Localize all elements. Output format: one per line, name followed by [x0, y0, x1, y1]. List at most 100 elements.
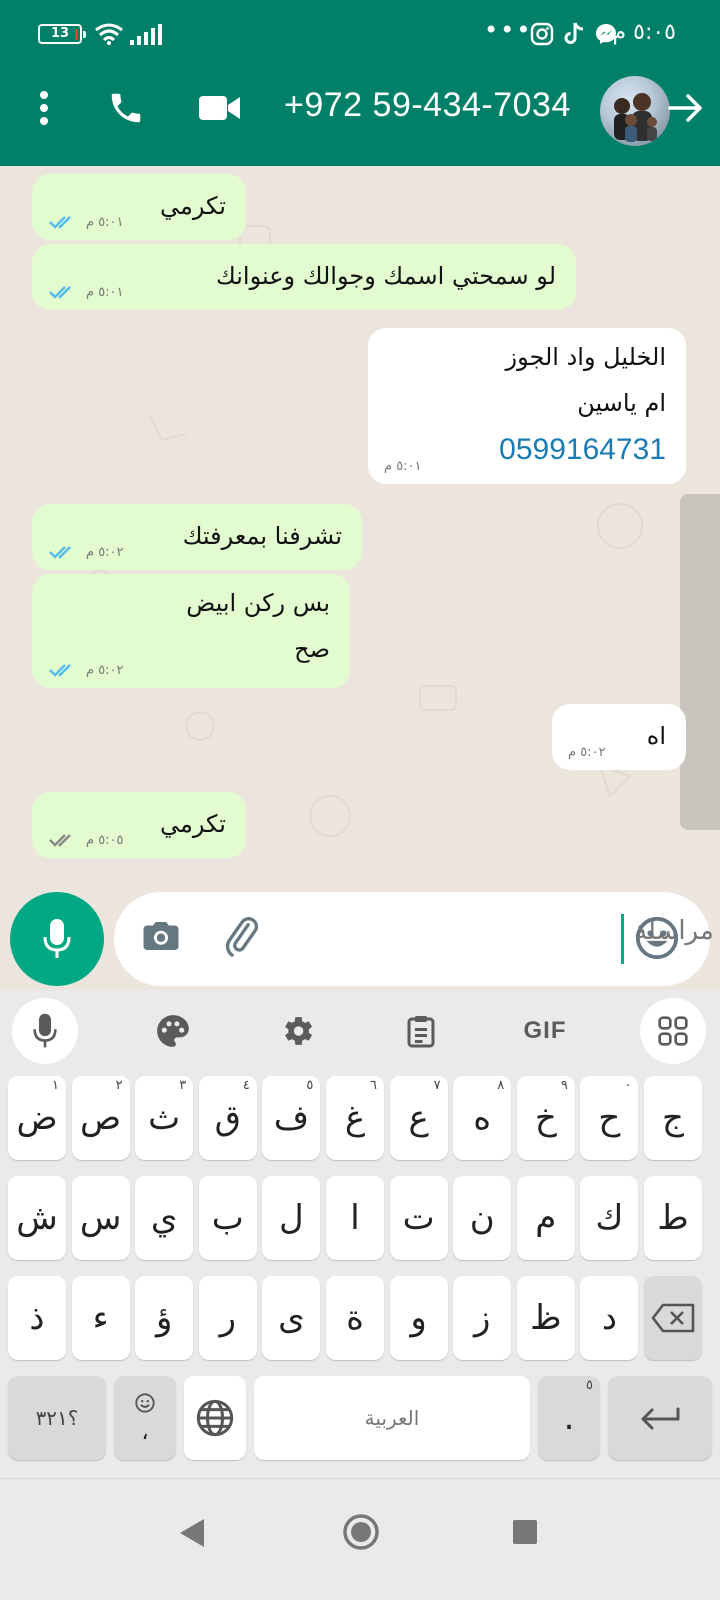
clipboard-icon[interactable]: [388, 998, 454, 1064]
voice-call-icon[interactable]: [102, 84, 150, 132]
key[interactable]: ق٤: [198, 1076, 257, 1160]
gif-button[interactable]: GIF: [512, 998, 578, 1064]
key[interactable]: ت: [389, 1176, 448, 1260]
key-hint: ٠: [624, 1078, 632, 1093]
key-label: ة: [346, 1298, 364, 1338]
key-label: ه: [473, 1098, 492, 1138]
message-bubble-outgoing[interactable]: لو سمحتي اسمك وجوالك وعنوانك ٥:٠١ م: [32, 244, 576, 310]
avatar[interactable]: [600, 76, 670, 146]
emoji-icon[interactable]: [634, 915, 680, 961]
key-label: ؟٣٢١: [35, 1406, 79, 1430]
period-key[interactable]: .٥: [538, 1376, 600, 1460]
contact-name[interactable]: +972 59-434-7034: [284, 86, 571, 125]
key[interactable]: ب: [198, 1176, 257, 1260]
key-label: خ: [534, 1098, 557, 1138]
key[interactable]: ل: [262, 1176, 321, 1260]
key[interactable]: ن: [453, 1176, 512, 1260]
message-list[interactable]: تكرمي ٥:٠١ م لو سمحتي اسمك وجوالك وعنوان…: [0, 166, 720, 888]
key[interactable]: م: [516, 1176, 575, 1260]
key[interactable]: و: [389, 1276, 448, 1360]
message-text: اه: [646, 722, 666, 750]
keyboard-mic-icon[interactable]: [12, 998, 78, 1064]
clock: ٥:٠٥ م: [612, 20, 677, 45]
key-label: م: [535, 1198, 557, 1238]
key[interactable]: ش: [8, 1176, 66, 1260]
back-arrow-icon[interactable]: [662, 84, 710, 132]
key[interactable]: ي: [135, 1176, 194, 1260]
key[interactable]: خ٩: [516, 1076, 575, 1160]
key[interactable]: ظ: [516, 1276, 575, 1360]
key-label: ا: [350, 1198, 360, 1238]
comma-key[interactable]: ،: [114, 1376, 176, 1460]
key-label: ر: [219, 1298, 236, 1338]
key[interactable]: ز: [453, 1276, 512, 1360]
key[interactable]: ف٥: [262, 1076, 321, 1160]
key-label: ء: [92, 1298, 109, 1338]
key[interactable]: ص٢: [71, 1076, 130, 1160]
key-label: ج: [662, 1098, 684, 1138]
key-label: ظ: [530, 1298, 562, 1338]
voice-record-button[interactable]: [10, 892, 104, 986]
more-vert-icon[interactable]: [20, 84, 68, 132]
language-key[interactable]: [184, 1376, 246, 1460]
key-label: ى: [278, 1298, 305, 1338]
key[interactable]: ث٣: [135, 1076, 194, 1160]
wifi-icon: [95, 23, 123, 45]
symbols-key[interactable]: ؟٣٢١: [8, 1376, 106, 1460]
message-bubble-outgoing[interactable]: تشرفنا بمعرفتك ٥:٠٢ م: [32, 504, 362, 570]
key-label: العربية: [364, 1406, 420, 1430]
message-text: تكرمي: [159, 810, 226, 838]
camera-icon[interactable]: [140, 915, 182, 957]
message-time: ٥:٠٥ م: [86, 832, 124, 848]
key[interactable]: ا: [326, 1176, 384, 1260]
key-label: ت: [402, 1198, 435, 1238]
palette-icon[interactable]: [140, 998, 206, 1064]
key[interactable]: ذ: [8, 1276, 66, 1360]
nav-home-icon[interactable]: [342, 1513, 380, 1551]
key-hint: ٥: [586, 1378, 593, 1393]
message-bubble-outgoing[interactable]: تكرمي ٥:٠٥ م: [32, 792, 246, 858]
message-bubble-incoming[interactable]: الخليل واد الجوز ام ياسين 0599164731 ٥:٠…: [368, 328, 686, 484]
key-label: ل: [279, 1198, 304, 1238]
keyboard-toolbar: GIF: [0, 990, 720, 1070]
message-line: الخليل واد الجوز: [505, 343, 667, 371]
phone-link[interactable]: 0599164731: [499, 428, 666, 472]
message-meta: ٥:٠٢ م: [48, 544, 124, 560]
key[interactable]: ك: [580, 1176, 639, 1260]
key-hint: ٧: [433, 1078, 441, 1093]
key-label: ح: [598, 1098, 621, 1138]
space-key[interactable]: العربية: [254, 1376, 530, 1460]
read-ticks-icon: [49, 546, 71, 559]
key[interactable]: ه٨: [453, 1076, 512, 1160]
enter-key[interactable]: [608, 1376, 712, 1460]
key[interactable]: ة: [326, 1276, 384, 1360]
key[interactable]: ع٧: [389, 1076, 448, 1160]
message-bubble-incoming[interactable]: اه ٥:٠٢ م: [552, 704, 686, 770]
video-call-icon[interactable]: [196, 84, 244, 132]
navigation-bar: [0, 1478, 720, 1600]
scroll-thumb[interactable]: [680, 494, 720, 830]
key[interactable]: ء: [71, 1276, 130, 1360]
key[interactable]: ؤ: [135, 1276, 194, 1360]
key[interactable]: ى: [262, 1276, 321, 1360]
key[interactable]: ض١: [8, 1076, 66, 1160]
top-bar: 13 ••• ٥:٠٥ م +972 59-434-7034: [0, 0, 720, 166]
attach-icon[interactable]: [220, 915, 264, 959]
grid-icon[interactable]: [640, 998, 706, 1064]
message-bubble-outgoing[interactable]: تكرمي ٥:٠١ م: [32, 174, 246, 240]
backspace-key[interactable]: [644, 1276, 702, 1360]
key[interactable]: ج: [644, 1076, 702, 1160]
nav-back-icon[interactable]: [178, 1517, 206, 1549]
key[interactable]: غ٦: [326, 1076, 384, 1160]
message-text: لو سمحتي اسمك وجوالك وعنوانك: [216, 262, 556, 290]
key-label: ز: [473, 1298, 491, 1338]
message-time: ٥:٠١ م: [86, 214, 124, 230]
key[interactable]: ح٠: [580, 1076, 639, 1160]
settings-icon[interactable]: [264, 998, 330, 1064]
key[interactable]: ط: [644, 1176, 702, 1260]
key[interactable]: س: [71, 1176, 130, 1260]
message-bubble-outgoing[interactable]: بس ركن ابيض صح ٥:٠٢ م: [32, 574, 350, 688]
key[interactable]: ر: [198, 1276, 257, 1360]
nav-recents-icon[interactable]: [512, 1519, 538, 1545]
key[interactable]: د: [580, 1276, 639, 1360]
